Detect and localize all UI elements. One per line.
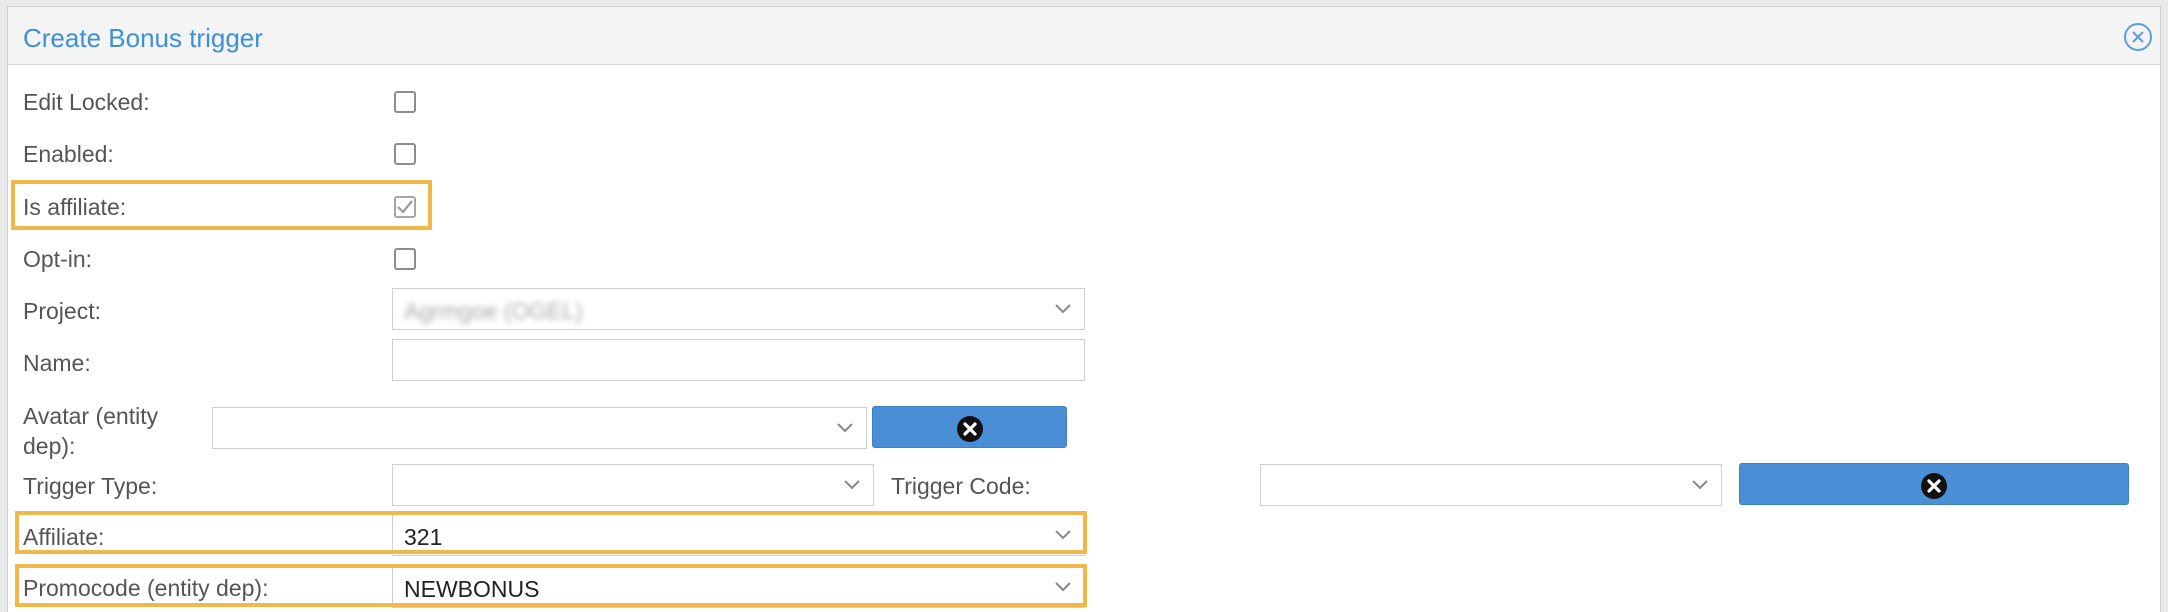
avatar-label: Avatar (entity dep): [23, 403, 159, 459]
name-input[interactable] [392, 339, 1085, 381]
chevron-down-icon [1055, 530, 1071, 540]
dialog-titlebar: Create Bonus trigger [8, 7, 2160, 65]
opt-in-checkbox[interactable] [394, 248, 416, 270]
project-select[interactable]: Agrmgoe (OGEL) [392, 288, 1085, 330]
is-affiliate-checkbox[interactable] [394, 196, 416, 218]
checkmark-icon [397, 200, 413, 214]
chevron-down-icon [1055, 304, 1071, 314]
opt-in-label: Opt-in: [23, 246, 93, 272]
project-value: Agrmgoe (OGEL) [404, 298, 583, 324]
edit-locked-checkbox[interactable] [394, 91, 416, 113]
dialog-title: Create Bonus trigger [23, 23, 263, 53]
chevron-down-icon [837, 423, 853, 433]
enabled-label: Enabled: [23, 141, 114, 167]
promocode-value: NEWBONUS [404, 576, 540, 602]
trigger-code-label: Trigger Code: [891, 473, 1031, 499]
project-label: Project: [23, 298, 101, 324]
chevron-down-icon [1055, 582, 1071, 592]
clear-circle-icon [956, 416, 983, 442]
trigger-type-label: Trigger Type: [23, 473, 158, 499]
edit-locked-label: Edit Locked: [23, 89, 150, 115]
is-affiliate-label: Is affiliate: [23, 194, 127, 220]
close-icon[interactable] [2124, 23, 2152, 51]
enabled-checkbox[interactable] [394, 143, 416, 165]
promocode-select[interactable]: NEWBONUS [392, 566, 1085, 608]
affiliate-value: 321 [404, 524, 443, 550]
affiliate-select[interactable]: 321 [392, 514, 1085, 556]
avatar-clear-button[interactable] [872, 406, 1067, 448]
chevron-down-icon [844, 480, 860, 490]
avatar-select[interactable] [212, 407, 867, 449]
trigger-code-select[interactable] [1260, 464, 1722, 506]
affiliate-label: Affiliate: [23, 524, 105, 550]
trigger-type-select[interactable] [392, 464, 874, 506]
promocode-label: Promocode (entity dep): [23, 575, 269, 601]
name-label: Name: [23, 350, 91, 376]
trigger-code-clear-button[interactable] [1739, 463, 2129, 505]
clear-circle-icon [1921, 473, 1947, 499]
chevron-down-icon [1692, 480, 1708, 490]
